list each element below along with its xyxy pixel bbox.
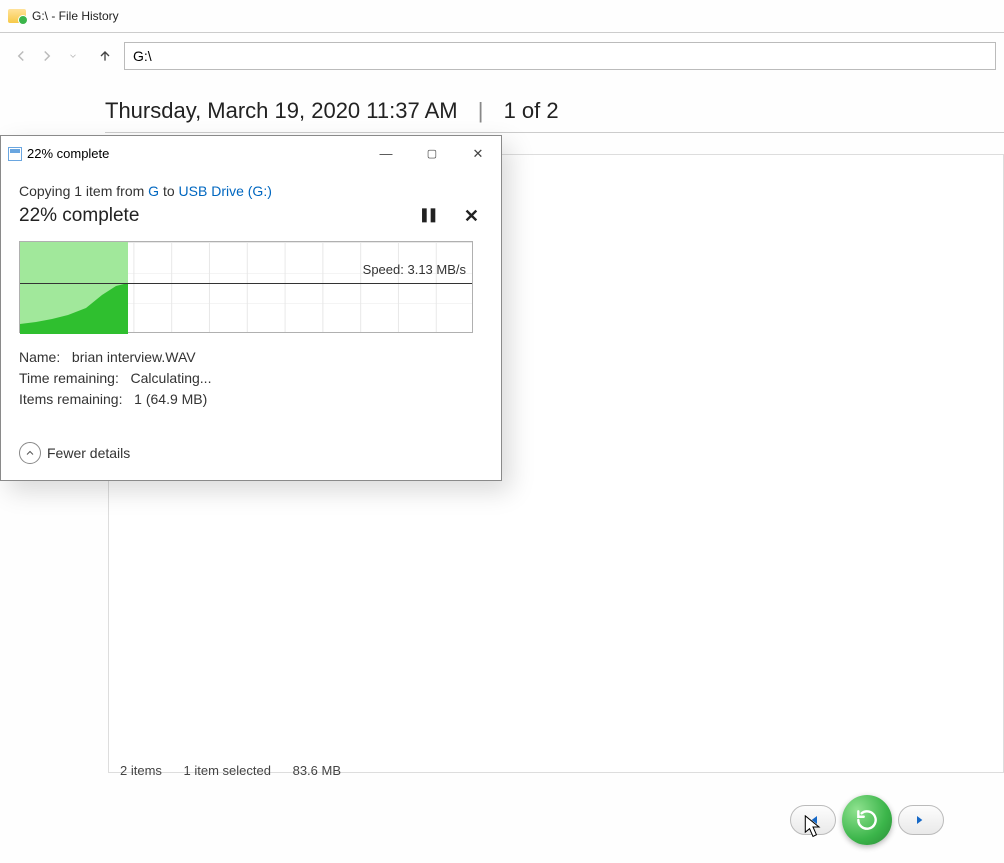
- window-title: G:\ - File History: [32, 9, 119, 23]
- navigation-toolbar: G:\: [0, 33, 1004, 79]
- speed-graph: Speed: 3.13 MB/s: [19, 241, 473, 333]
- copy-details: Name: brian interview.WAV Time remaining…: [19, 347, 483, 410]
- source-link[interactable]: G: [148, 183, 159, 199]
- close-icon: ✕: [473, 146, 484, 162]
- graph-speed-label: Speed: 3.13 MB/s: [363, 262, 466, 277]
- fewer-details-label: Fewer details: [47, 445, 130, 461]
- copy-mid: to: [159, 183, 178, 199]
- back-button[interactable]: [8, 43, 34, 69]
- restore-button[interactable]: [842, 795, 892, 845]
- mouse-cursor-icon: [804, 815, 822, 839]
- up-button[interactable]: [92, 43, 118, 69]
- progress-controls: ❚❚ ✕: [418, 206, 479, 227]
- snapshot-position: 1 of 2: [504, 98, 559, 123]
- dialog-window-controls: — ▢ ✕: [363, 138, 501, 170]
- detail-row-name: Name: brian interview.WAV: [19, 347, 483, 368]
- status-size: 83.6 MB: [293, 763, 341, 778]
- skip-next-icon: [913, 812, 929, 828]
- copy-papers-icon: [7, 146, 23, 162]
- dialog-maximize-button[interactable]: ▢: [409, 138, 455, 170]
- header-separator: |: [478, 98, 484, 123]
- detail-items-value: 1 (64.9 MB): [134, 391, 207, 407]
- dialog-titlebar[interactable]: 22% complete — ▢ ✕: [1, 136, 501, 171]
- copy-progress-dialog: 22% complete — ▢ ✕ Copying 1 item from G…: [0, 135, 502, 481]
- graph-speed-area: [20, 242, 128, 334]
- chevron-down-icon: [68, 51, 78, 61]
- snapshot-header: Thursday, March 19, 2020 11:37 AM | 1 of…: [105, 78, 1004, 133]
- detail-row-time: Time remaining: Calculating...: [19, 368, 483, 389]
- next-version-button[interactable]: [898, 805, 944, 835]
- copy-description: Copying 1 item from G to USB Drive (G:): [19, 183, 483, 199]
- address-path: G:\: [133, 48, 152, 64]
- arrow-left-icon: [12, 47, 30, 65]
- status-bar: 2 items 1 item selected 83.6 MB: [120, 763, 359, 778]
- dialog-close-button[interactable]: ✕: [455, 138, 501, 170]
- percent-label: 22% complete: [19, 205, 418, 227]
- detail-items-label: Items remaining:: [19, 391, 122, 407]
- status-item-count: 2 items: [120, 763, 162, 778]
- folder-history-icon: [8, 9, 26, 23]
- detail-time-label: Time remaining:: [19, 370, 119, 386]
- cancel-button[interactable]: ✕: [464, 206, 479, 227]
- status-selection: 1 item selected: [184, 763, 271, 778]
- detail-time-value: Calculating...: [131, 370, 212, 386]
- forward-button[interactable]: [34, 43, 60, 69]
- percent-line: 22% complete ❚❚ ✕: [19, 205, 483, 227]
- destination-link[interactable]: USB Drive (G:): [179, 183, 272, 199]
- dialog-body: Copying 1 item from G to USB Drive (G:) …: [1, 171, 501, 480]
- detail-name-label: Name:: [19, 349, 60, 365]
- window-titlebar[interactable]: G:\ - File History: [0, 0, 1004, 32]
- restore-icon: [854, 807, 880, 833]
- address-bar[interactable]: G:\: [124, 42, 996, 70]
- recent-dropdown-button[interactable]: [60, 43, 86, 69]
- detail-name-value: brian interview.WAV: [72, 349, 196, 365]
- pause-button[interactable]: ❚❚: [418, 206, 435, 227]
- detail-row-items: Items remaining: 1 (64.9 MB): [19, 389, 483, 410]
- dialog-minimize-button[interactable]: —: [363, 138, 409, 170]
- arrow-right-icon: [38, 47, 56, 65]
- arrow-up-icon: [97, 48, 113, 64]
- graph-midline: [20, 283, 472, 284]
- maximize-icon: ▢: [427, 147, 437, 160]
- chevron-up-icon: [19, 442, 41, 464]
- fewer-details-toggle[interactable]: Fewer details: [19, 432, 483, 476]
- copy-prefix: Copying 1 item from: [19, 183, 148, 199]
- minimize-icon: —: [380, 146, 393, 161]
- dialog-title: 22% complete: [27, 146, 109, 161]
- snapshot-date: Thursday, March 19, 2020 11:37 AM: [105, 98, 458, 123]
